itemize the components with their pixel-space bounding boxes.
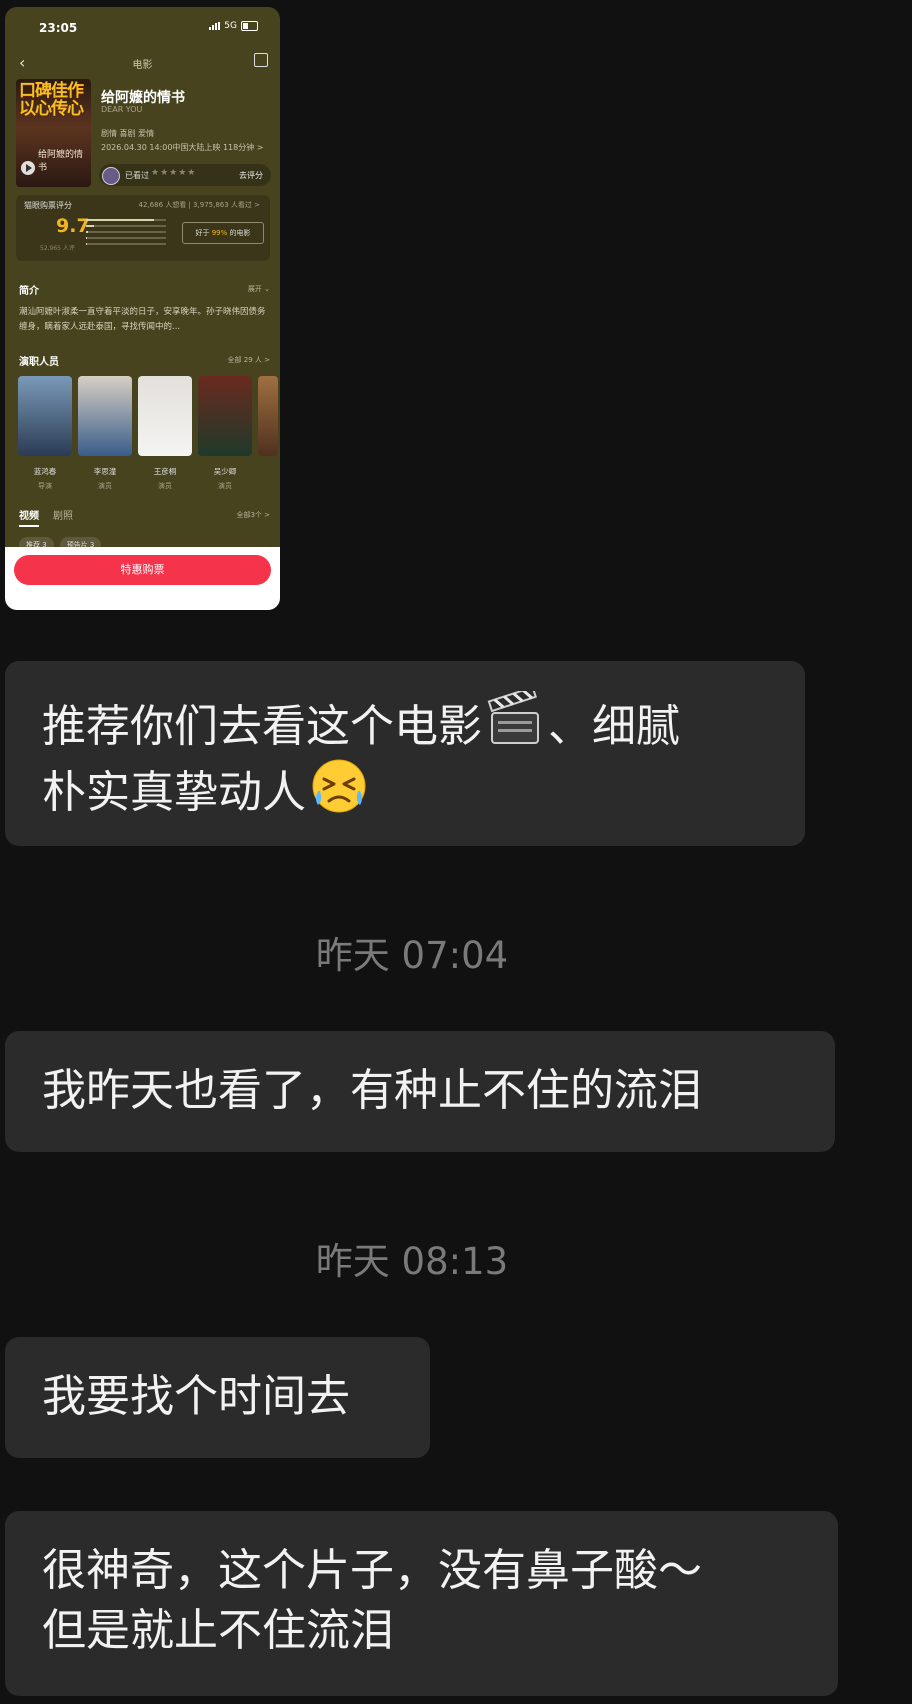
cast-role: 演员 bbox=[218, 482, 232, 490]
cast-member[interactable]: 王彦桐 演员 bbox=[138, 376, 192, 491]
cast-list: 蓝鸿春 导演 李思潼 演员 王彦桐 演员 吴少卿 演员 bbox=[18, 376, 278, 491]
score-count: 52,965 人评 bbox=[40, 245, 75, 252]
cast-photo bbox=[198, 376, 252, 456]
buy-area: 特惠购票 bbox=[5, 547, 280, 610]
score-distribution-fill bbox=[86, 237, 87, 239]
message-text: 我昨天也看了，有种止不住的流泪 bbox=[42, 1065, 702, 1116]
avatar bbox=[102, 167, 120, 185]
cast-member-partial[interactable] bbox=[258, 376, 278, 491]
chat-bubble[interactable]: 很神奇，这个片子，没有鼻子酸～ 但是就止不住流泪 bbox=[5, 1511, 838, 1696]
crying-face-icon bbox=[312, 759, 366, 813]
rate-button[interactable]: 去评分 bbox=[239, 170, 263, 181]
cast-member[interactable]: 吴少卿 演员 bbox=[198, 376, 252, 491]
intro-text: 潮汕阿嬷叶淑柔一直守着平淡的日子，安享晚年。孙子晓伟因债务缠身，瞒着家人远赴泰国… bbox=[19, 307, 266, 332]
shared-movie-screenshot[interactable]: 23:05 5G ‹ 电影 口碑佳作 以心传心 给阿嬷的情书 给阿嬷的情书 DE… bbox=[5, 7, 280, 610]
chat-bubble[interactable]: 我要找个时间去 bbox=[5, 1337, 430, 1458]
play-icon[interactable] bbox=[21, 161, 35, 175]
status-time: 23:05 bbox=[39, 21, 78, 35]
cast-photo bbox=[258, 376, 278, 456]
tab-stills[interactable]: 剧照 bbox=[53, 507, 73, 527]
message-text: 我要找个时间去 bbox=[42, 1371, 350, 1422]
cast-role: 演员 bbox=[158, 482, 172, 490]
cast-photo bbox=[138, 376, 192, 456]
message-line: 朴实真挚动人 bbox=[42, 757, 805, 823]
score-distribution bbox=[86, 219, 166, 249]
score-distribution-row bbox=[86, 231, 166, 233]
timestamp: 昨天 07:04 bbox=[315, 934, 509, 977]
signal-icon bbox=[209, 22, 221, 30]
media-tabs: 视频 剧照 bbox=[19, 507, 73, 527]
quote-pre: 好于 bbox=[195, 229, 212, 237]
score-distribution-row bbox=[86, 243, 166, 245]
star-rating-icon[interactable]: ★★★★★ bbox=[151, 168, 196, 178]
clapper-board-icon bbox=[487, 691, 539, 744]
cast-name: 王彦桐 bbox=[153, 467, 177, 476]
score-value: 9.7 bbox=[56, 215, 90, 237]
rating-bar[interactable]: 已看过 ★★★★★ 去评分 bbox=[99, 164, 271, 186]
message-line: 很神奇，这个片子，没有鼻子酸～ bbox=[42, 1545, 702, 1596]
score-distribution-fill bbox=[86, 219, 154, 221]
message-text: 朴实真挚动人 bbox=[42, 767, 306, 818]
score-distribution-fill bbox=[86, 243, 87, 245]
score-distribution-row bbox=[86, 225, 166, 227]
movie-poster[interactable]: 口碑佳作 以心传心 给阿嬷的情书 bbox=[16, 79, 91, 187]
cast-role: 导演 bbox=[38, 482, 52, 490]
score-distribution-row bbox=[86, 237, 166, 239]
message-text: 推荐你们去看这个电影 bbox=[42, 701, 482, 752]
cast-heading: 演职人员 bbox=[19, 357, 59, 368]
score-quote: 好于 99% 的电影 bbox=[182, 222, 264, 244]
cast-member[interactable]: 蓝鸿春 导演 bbox=[18, 376, 72, 491]
score-label: 猫眼购票评分 bbox=[24, 201, 72, 210]
chat-bubble[interactable]: 推荐你们去看这个电影 、细腻 朴实真挚动人 bbox=[5, 661, 805, 846]
poster-slogan: 口碑佳作 以心传心 bbox=[19, 81, 84, 119]
cast-more-link[interactable]: 全部 29 人 > bbox=[228, 355, 270, 365]
quote-pct: 99% bbox=[211, 229, 228, 237]
cast-name: 李思潼 bbox=[93, 467, 117, 476]
buy-ticket-button[interactable]: 特惠购票 bbox=[14, 555, 271, 585]
score-card[interactable]: 猫眼购票评分 42,686 人想看 | 3,975,863 人看过 > 9.7 … bbox=[16, 195, 270, 261]
battery-icon bbox=[241, 21, 258, 31]
movie-release: 2026.04.30 14:00中国大陆上映 118分钟 > bbox=[101, 143, 264, 152]
movie-english-title: DEAR YOU bbox=[101, 105, 143, 114]
message-text: 、细腻 bbox=[548, 701, 680, 752]
quote-post: 的电影 bbox=[227, 229, 251, 237]
message-line: 推荐你们去看这个电影 、细腻 bbox=[42, 691, 805, 757]
cast-photo bbox=[18, 376, 72, 456]
media-more-link[interactable]: 全部3个 > bbox=[236, 510, 270, 520]
status-network: 5G bbox=[209, 21, 258, 31]
movie-genre: 剧情 喜剧 爱情 bbox=[101, 129, 155, 138]
seen-label: 已看过 bbox=[125, 171, 149, 180]
cast-role: 演员 bbox=[98, 482, 112, 490]
movie-title: 给阿嬷的情书 bbox=[101, 90, 185, 106]
score-stats[interactable]: 42,686 人想看 | 3,975,863 人看过 > bbox=[139, 200, 260, 210]
cast-name: 吴少卿 bbox=[213, 467, 237, 476]
tab-videos[interactable]: 视频 bbox=[19, 507, 39, 527]
intro-expand-button[interactable]: 展开 ⌄ bbox=[248, 284, 270, 294]
nav-title: 电影 bbox=[132, 60, 153, 71]
cast-name: 蓝鸿春 bbox=[33, 467, 57, 476]
intro-heading: 简介 bbox=[19, 286, 39, 297]
poster-calligraphy: 给阿嬷的情书 bbox=[38, 150, 84, 173]
cast-member[interactable]: 李思潼 演员 bbox=[78, 376, 132, 491]
message-line: 但是就止不住流泪 bbox=[42, 1605, 394, 1656]
score-distribution-fill bbox=[86, 225, 94, 227]
share-icon[interactable] bbox=[254, 53, 268, 67]
network-label: 5G bbox=[224, 21, 237, 31]
timestamp: 昨天 08:13 bbox=[315, 1240, 509, 1283]
score-distribution-row bbox=[86, 219, 166, 221]
cast-photo bbox=[78, 376, 132, 456]
chat-bubble[interactable]: 我昨天也看了，有种止不住的流泪 bbox=[5, 1031, 835, 1152]
score-distribution-fill bbox=[86, 231, 89, 233]
